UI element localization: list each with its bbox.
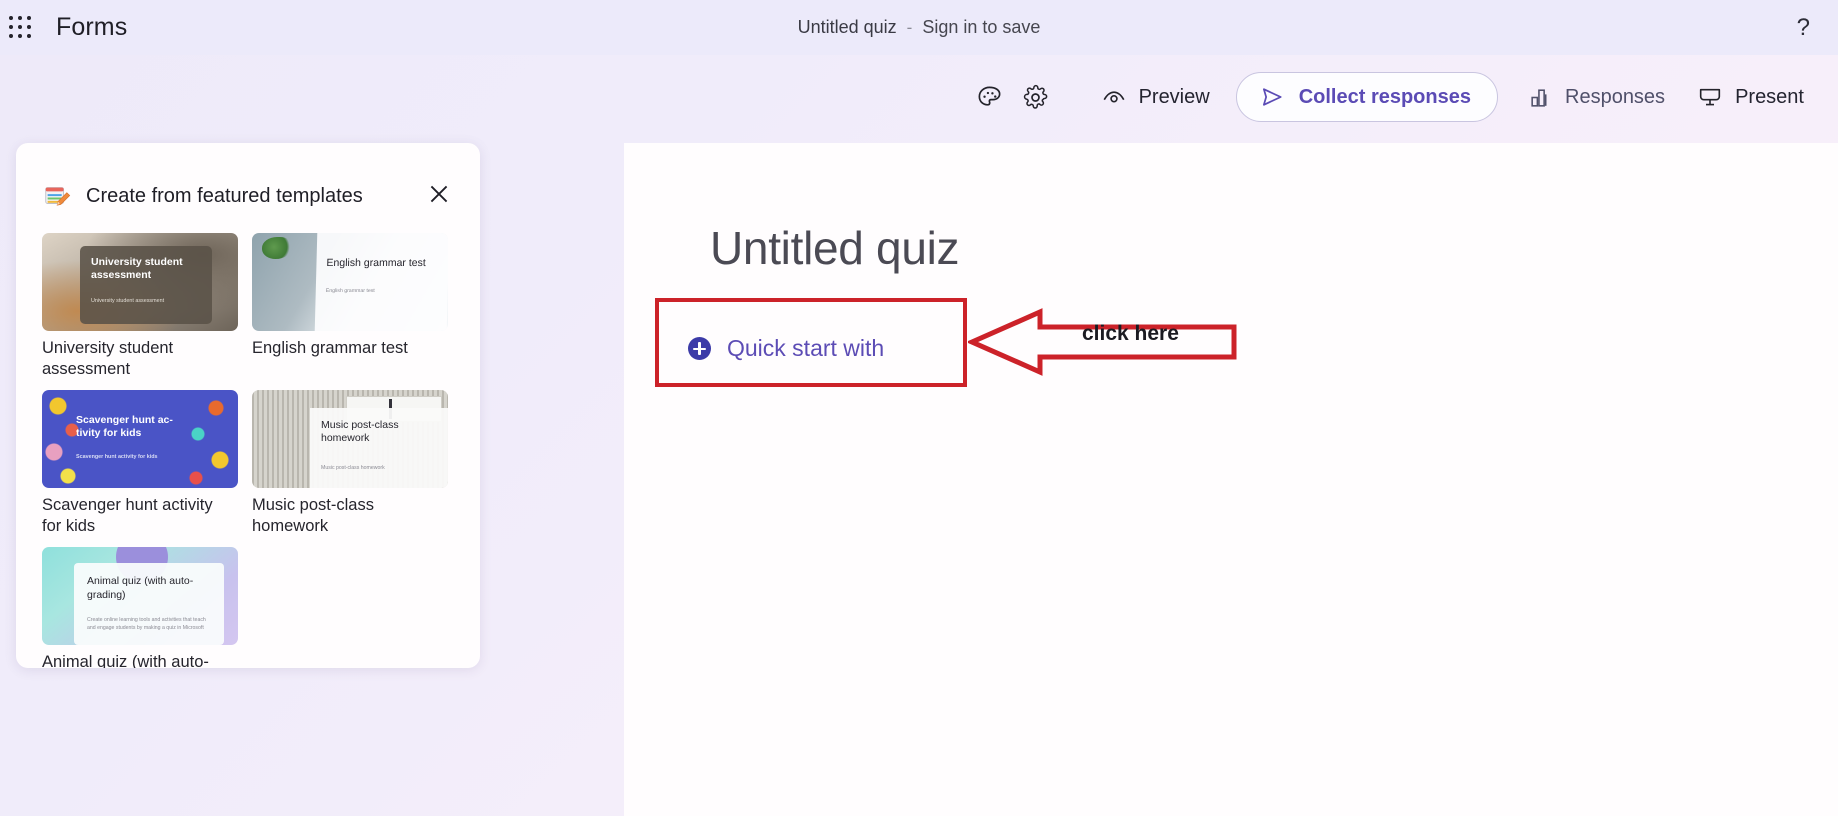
thumbnail-title: Music post-class homework — [321, 419, 399, 445]
template-thumbnail: English grammar test English grammar tes… — [252, 233, 448, 331]
palette-icon — [978, 86, 1001, 106]
title-separator: - — [906, 18, 913, 37]
quiz-title[interactable]: Untitled quiz — [710, 221, 960, 275]
help-icon[interactable]: ? — [1797, 15, 1810, 40]
thumbnail-title: Animal quiz (with auto-grading) — [87, 575, 194, 601]
thumbnail-overlay: Scavenger hunt ac-tivity for kids Scaven… — [76, 414, 196, 459]
sign-in-to-save-link[interactable]: Sign in to save — [922, 17, 1040, 38]
template-card-label: Animal quiz (with auto-grading) — [42, 653, 209, 668]
document-title[interactable]: Untitled quiz — [798, 17, 897, 38]
thumbnail-title: University student assessment — [91, 256, 183, 282]
plus-circle-icon — [688, 337, 711, 360]
editor-toolbar: Preview Collect responses Responses Pres… — [0, 55, 1838, 139]
thumbnail-subtitle: Music post-class homework — [321, 465, 385, 472]
templates-grid: University student assessment University… — [16, 211, 480, 668]
quick-start-label: Quick start with — [727, 335, 885, 361]
preview-label: Preview — [1138, 85, 1210, 108]
template-card-label: English grammar test — [252, 339, 408, 357]
template-card-label: Scavenger hunt activity for kids — [42, 496, 213, 536]
thumbnail-overlay: Music post-class homework Music post-cla… — [310, 408, 448, 489]
collect-responses-button[interactable]: Collect responses — [1235, 72, 1498, 122]
close-x-icon — [430, 185, 448, 203]
thumbnail-overlay: Animal quiz (with auto-grading) Create o… — [74, 563, 224, 646]
thumbnail-overlay: English grammar test English grammar tes… — [314, 233, 448, 331]
form-canvas: Untitled quiz Quick start with — [624, 143, 1838, 816]
responses-button[interactable]: Responses — [1512, 75, 1681, 119]
template-thumbnail: Scavenger hunt ac-tivity for kids Scaven… — [42, 390, 238, 489]
bar-chart-icon — [1531, 88, 1547, 107]
present-screen-icon — [1699, 88, 1721, 106]
responses-label: Responses — [1565, 85, 1666, 108]
template-thumbnail: Animal quiz (with auto-grading) Create o… — [42, 547, 238, 646]
gear-icon — [1023, 84, 1048, 109]
app-launcher-icon[interactable] — [6, 13, 36, 43]
present-button[interactable]: Present — [1681, 75, 1820, 119]
theme-button[interactable] — [967, 74, 1013, 120]
send-icon — [1262, 88, 1282, 106]
thumbnail-subtitle: University student assessment — [91, 298, 165, 305]
templates-panel-header: Create from featured templates — [16, 143, 480, 211]
preview-button[interactable]: Preview — [1085, 75, 1226, 119]
plant-decoration-icon — [262, 237, 292, 259]
collect-responses-label: Collect responses — [1298, 85, 1471, 108]
templates-panel-title: Create from featured templates — [86, 184, 363, 207]
quick-start-button[interactable]: Quick start with — [674, 325, 898, 372]
thumbnail-title: Scavenger hunt ac-tivity for kids — [76, 414, 173, 440]
thumbnail-subtitle: Create online learning tools and activit… — [87, 616, 206, 631]
settings-button[interactable] — [1013, 74, 1059, 120]
thumbnail-overlay: University student assessment University… — [80, 246, 212, 324]
template-thumbnail: University student assessment University… — [42, 233, 238, 331]
app-header: Forms Untitled quiz - Sign in to save ? — [0, 0, 1838, 55]
template-card-university-student-assessment[interactable]: University student assessment University… — [42, 233, 238, 380]
eye-icon — [1103, 91, 1125, 103]
thumbnail-subtitle: Scavenger hunt activity for kids — [76, 453, 158, 460]
close-templates-panel-button[interactable] — [424, 179, 454, 209]
notebook-pencil-icon — [45, 187, 71, 206]
thumbnail-title: English grammar test — [326, 257, 426, 269]
brand-title[interactable]: Forms — [56, 13, 127, 42]
present-label: Present — [1735, 85, 1804, 108]
template-card-animal-quiz-with-auto-grading[interactable]: Animal quiz (with auto-grading) Create o… — [42, 547, 238, 668]
template-thumbnail: Music post-class homework Music post-cla… — [252, 390, 448, 489]
template-card-english-grammar-test[interactable]: English grammar test English grammar tes… — [252, 233, 448, 380]
featured-templates-panel: Create from featured templates Universit… — [16, 143, 480, 668]
thumbnail-subtitle: English grammar test — [325, 288, 375, 295]
template-card-scavenger-hunt-activity-for-kids[interactable]: Scavenger hunt ac-tivity for kids Scaven… — [42, 390, 238, 537]
template-card-label: Music post-class homework — [252, 496, 374, 536]
template-card-music-post-class-homework[interactable]: Music post-class homework Music post-cla… — [252, 390, 448, 537]
document-title-group: Untitled quiz - Sign in to save — [798, 17, 1041, 38]
template-card-label: University student assessment — [42, 339, 174, 379]
